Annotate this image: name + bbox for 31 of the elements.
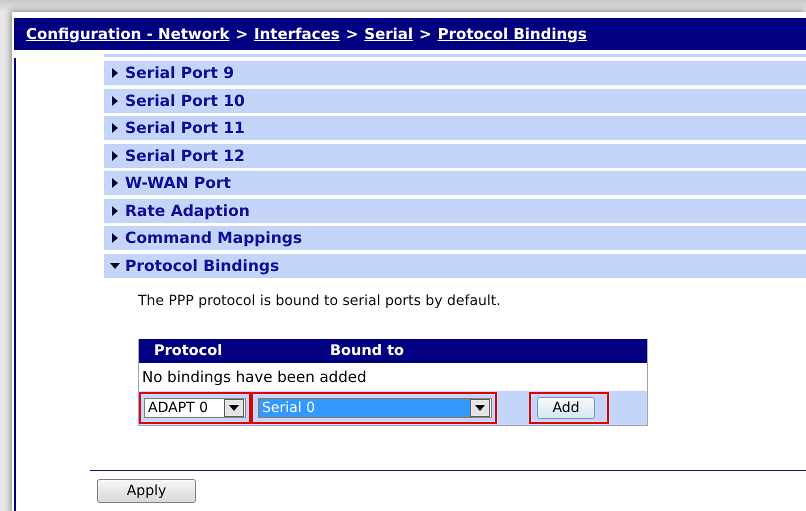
caret-right-icon [110,206,120,216]
caret-down-icon [110,260,120,270]
breadcrumb-link[interactable]: Protocol Bindings [438,25,587,43]
caret-right-icon [110,233,120,243]
section-header[interactable]: Protocol Bindings [104,254,806,278]
caret-right-icon [110,96,120,106]
caret-right-icon [110,178,120,188]
breadcrumb-link[interactable]: Serial [364,25,414,43]
breadcrumb-separator: > [419,25,432,43]
breadcrumb-separator: > [346,25,358,43]
dropdown-arrow-icon [475,405,485,411]
column-header: Protocol [153,343,224,359]
apply-button[interactable]: Apply [97,479,196,503]
add-button[interactable]: Add [537,397,595,419]
section-header[interactable]: W-WAN Port [104,171,806,195]
protocol-dropdown[interactable]: ADAPT 0 [144,398,246,418]
caret-right-icon [110,123,120,133]
breadcrumb-link[interactable]: Interfaces [254,25,340,43]
section-header[interactable]: Serial Port 12 [104,144,806,168]
column-header: Bound to [330,343,404,359]
section-header[interactable]: Rate Adaption [104,198,806,222]
section-header[interactable]: Command Mappings [104,226,806,250]
section-header[interactable]: Serial Port 10 [104,88,806,112]
breadcrumb-link[interactable]: Configuration - Network [26,25,230,43]
dropdown-arrow-icon [229,405,239,411]
section-header[interactable]: Serial Port 9 [104,61,806,85]
section-header[interactable]: Serial Port 11 [104,116,806,140]
breadcrumb-separator: > [235,25,248,43]
caret-right-icon [110,150,120,160]
description-text: The PPP protocol is bound to serial ports by default. [138,293,502,309]
caret-right-icon [110,68,120,78]
